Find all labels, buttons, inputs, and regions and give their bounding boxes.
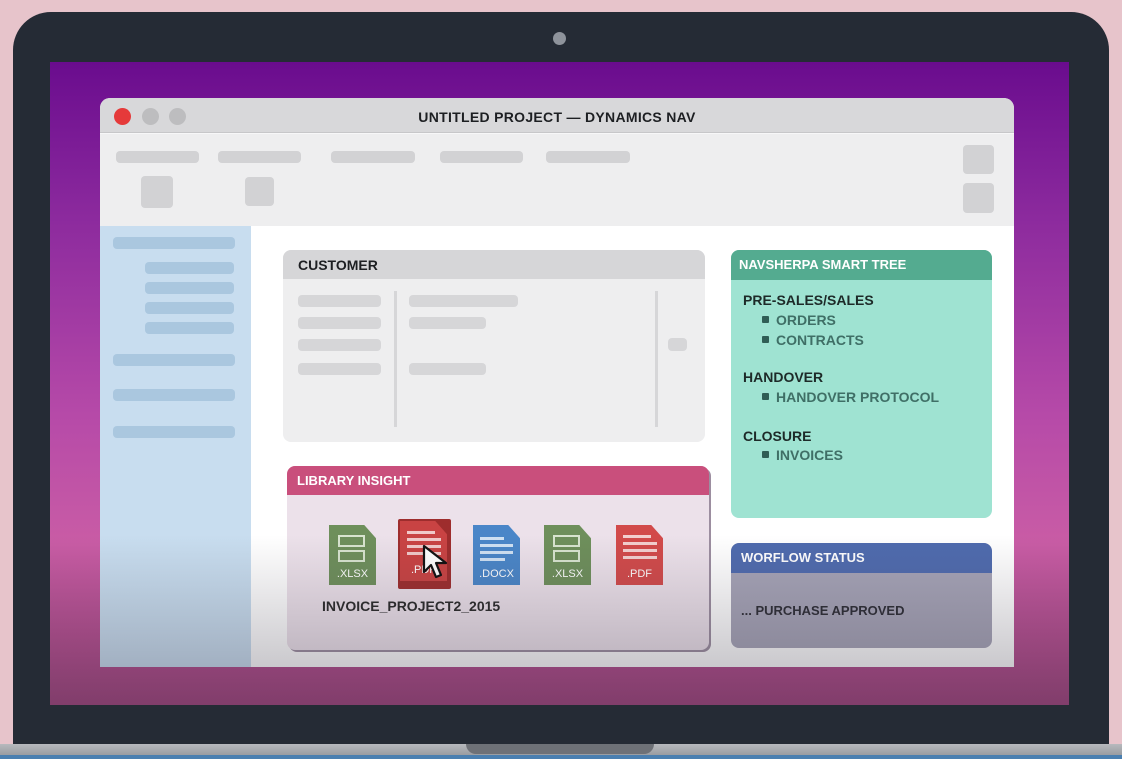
bullet-icon — [762, 393, 769, 400]
field-placeholder — [298, 317, 381, 329]
ribbon-side-button[interactable] — [963, 145, 994, 174]
field-placeholder — [298, 295, 381, 307]
smart-tree-title: NAVSHERPA SMART TREE — [739, 257, 907, 272]
sidebar-item[interactable] — [113, 354, 235, 366]
sidebar-item[interactable] — [113, 237, 235, 249]
camera-icon — [553, 32, 566, 45]
sidebar-item[interactable] — [113, 426, 235, 438]
smart-tree-header: NAVSHERPA SMART TREE — [731, 250, 992, 280]
library-insight-header: LIBRARY INSIGHT — [287, 466, 709, 495]
field-placeholder — [298, 363, 381, 375]
tree-item-invoices[interactable]: INVOICES — [776, 447, 843, 463]
selected-file-name: INVOICE_PROJECT2_2015 — [322, 598, 501, 614]
file-ext-label: .PDF — [626, 568, 653, 580]
ribbon-action-button[interactable] — [245, 177, 274, 206]
sidebar-subitem[interactable] — [145, 322, 234, 334]
field-placeholder — [409, 295, 518, 307]
ribbon-side-button[interactable] — [963, 183, 994, 213]
title-bar: UNTITLED PROJECT — DYNAMICS NAV — [100, 98, 1014, 133]
desk-line — [0, 755, 1122, 759]
workflow-status-header: WORFLOW STATUS — [731, 543, 992, 573]
sidebar-subitem[interactable] — [145, 302, 234, 314]
tree-section-presales[interactable]: PRE-SALES/SALES — [743, 292, 874, 308]
file-icon-xlsx[interactable]: .XLSX — [329, 525, 376, 585]
field-placeholder — [298, 339, 381, 351]
column-divider — [394, 291, 397, 427]
scroll-handle[interactable] — [668, 338, 687, 351]
column-divider — [655, 291, 658, 427]
library-insight-title: LIBRARY INSIGHT — [297, 473, 411, 488]
sidebar-subitem[interactable] — [145, 282, 234, 294]
tree-section-handover[interactable]: HANDOVER — [743, 369, 823, 385]
customer-panel: CUSTOMER — [283, 250, 705, 442]
ribbon-action-button[interactable] — [141, 176, 173, 208]
field-placeholder — [409, 317, 486, 329]
window-title: UNTITLED PROJECT — DYNAMICS NAV — [418, 109, 696, 125]
bullet-icon — [762, 451, 769, 458]
file-ext-label: .DOCX — [479, 568, 514, 580]
customer-panel-title: CUSTOMER — [298, 257, 378, 273]
file-icon-docx[interactable]: .DOCX — [473, 525, 520, 585]
workflow-status-title: WORFLOW STATUS — [741, 550, 865, 565]
workflow-status-text: ... PURCHASE APPROVED — [741, 603, 905, 618]
file-icon-pdf[interactable]: .PDF — [616, 525, 663, 585]
bullet-icon — [762, 316, 769, 323]
smart-tree-panel: NAVSHERPA SMART TREE PRE-SALES/SALES ORD… — [731, 250, 992, 518]
field-placeholder — [409, 363, 486, 375]
customer-panel-header: CUSTOMER — [283, 250, 705, 279]
mouse-cursor-icon — [422, 544, 448, 579]
app-window: UNTITLED PROJECT — DYNAMICS NAV CUSTOMER — [100, 98, 1014, 667]
workflow-status-panel: WORFLOW STATUS ... PURCHASE APPROVED — [731, 543, 992, 648]
ribbon-tab[interactable] — [331, 151, 415, 163]
ribbon-tab[interactable] — [218, 151, 301, 163]
file-ext-label: .XLSX — [551, 568, 584, 580]
file-icon-xlsx[interactable]: .XLSX — [544, 525, 591, 585]
ribbon-tab[interactable] — [546, 151, 630, 163]
ribbon-tab[interactable] — [440, 151, 523, 163]
tree-item-orders[interactable]: ORDERS — [776, 312, 836, 328]
tree-item-contracts[interactable]: CONTRACTS — [776, 332, 864, 348]
sidebar-subitem[interactable] — [145, 262, 234, 274]
bullet-icon — [762, 336, 769, 343]
ribbon-toolbar — [100, 134, 1014, 226]
tree-section-closure[interactable]: CLOSURE — [743, 428, 811, 444]
sidebar-item[interactable] — [113, 389, 235, 401]
library-insight-panel: LIBRARY INSIGHT .XLSX .PDF — [287, 466, 709, 650]
laptop-notch — [466, 744, 654, 754]
navigation-sidebar — [100, 226, 251, 667]
ribbon-tab[interactable] — [116, 151, 199, 163]
file-ext-label: .XLSX — [336, 568, 369, 580]
tree-item-handover-protocol[interactable]: HANDOVER PROTOCOL — [776, 389, 939, 405]
